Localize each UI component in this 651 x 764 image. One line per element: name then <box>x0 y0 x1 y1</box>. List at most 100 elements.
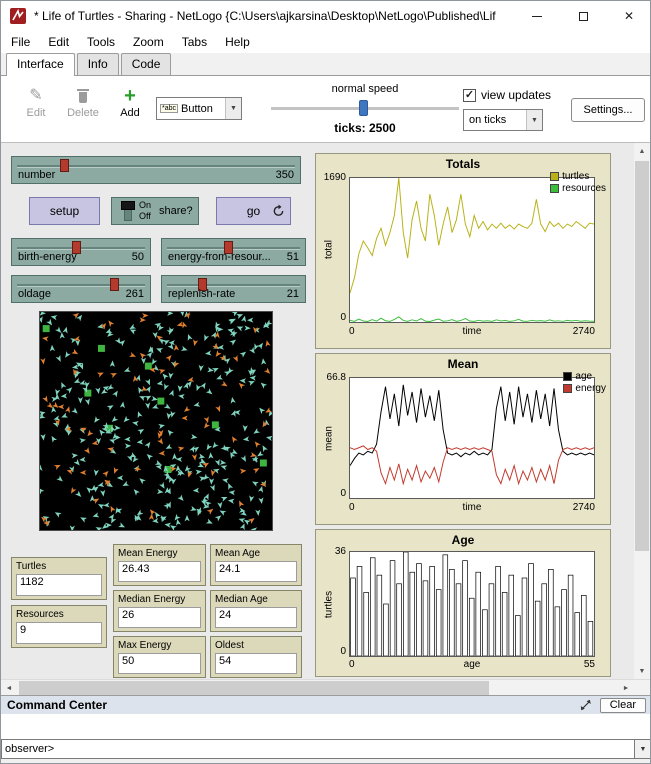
view-updates-checkbox[interactable]: ✓ <box>463 89 476 102</box>
widget-type-chooser[interactable]: *abc Button ▼ <box>156 97 242 120</box>
window-controls: ✕ <box>514 1 651 31</box>
forever-icon <box>272 205 285 218</box>
chevron-down-icon[interactable]: ▼ <box>526 110 542 130</box>
slider-value: 51 <box>287 251 299 263</box>
setup-button[interactable]: setup <box>29 197 100 225</box>
slider-label: replenish-rate <box>168 288 235 300</box>
horizontal-scrollbar-thumb[interactable] <box>19 681 489 695</box>
maximize-button[interactable] <box>560 1 606 31</box>
share-switch[interactable]: On Off share? <box>111 197 199 225</box>
y-max-tick: 36 <box>316 546 346 557</box>
world-view[interactable] <box>39 311 273 531</box>
slider-value: 350 <box>276 169 294 181</box>
check-icon: ✓ <box>465 90 474 101</box>
menu-item-edit[interactable]: Edit <box>40 33 77 51</box>
command-input[interactable] <box>54 740 634 758</box>
scroll-up-button[interactable]: ▲ <box>634 143 650 159</box>
slider-birth-energy[interactable]: birth-energy 50 <box>11 238 151 266</box>
scroll-right-button[interactable]: ► <box>618 680 634 696</box>
close-button[interactable]: ✕ <box>606 1 651 31</box>
settings-button[interactable]: Settings... <box>571 98 645 122</box>
slider-label: oldage <box>18 288 51 300</box>
window-resize-edge <box>1 759 651 764</box>
slider-number[interactable]: number 350 <box>11 156 301 184</box>
speed-slider-thumb[interactable] <box>359 100 368 116</box>
clear-button[interactable]: Clear <box>600 698 646 713</box>
vertical-scrollbar-thumb[interactable] <box>635 161 649 551</box>
menu-item-tabs[interactable]: Tabs <box>174 33 215 51</box>
monitor-resources: Resources 9 <box>11 605 107 648</box>
y-axis-label: total <box>324 215 335 285</box>
slider-energy-from-resources[interactable]: energy-from-resour... 51 <box>161 238 306 266</box>
window-title: * Life of Turtles - Sharing - NetLogo {C… <box>34 9 514 23</box>
slider-track[interactable] <box>17 247 145 250</box>
monitor-value: 26 <box>118 607 201 628</box>
slider-track[interactable] <box>167 284 300 287</box>
update-mode-value: on ticks <box>469 114 506 126</box>
chevron-down-icon[interactable]: ▼ <box>225 98 241 119</box>
legend-swatch <box>563 372 572 381</box>
switch-on-label: On <box>139 200 151 210</box>
speed-slider[interactable] <box>271 100 459 116</box>
slider-replenish-rate[interactable]: replenish-rate 21 <box>161 275 306 303</box>
go-button-label: go <box>247 204 260 218</box>
go-button[interactable]: go <box>216 197 291 225</box>
speed-slider-label: normal speed <box>269 83 461 95</box>
monitor-turtles: Turtles 1182 <box>11 557 107 600</box>
monitor-value: 24.1 <box>215 561 297 582</box>
observer-prompt-label: observer> <box>5 743 54 755</box>
delete-button[interactable]: Delete <box>61 88 105 119</box>
plot-age: Age 36 0 turtles 0 age 55 <box>315 529 611 677</box>
monitor-median-age: Median Age 24 <box>210 590 302 632</box>
plot-legend: turtlesresources <box>550 171 606 195</box>
legend-item: resources <box>550 183 606 194</box>
y-min-tick: 0 <box>316 488 346 499</box>
x-max-tick: 2740 <box>349 326 595 337</box>
tab-interface[interactable]: Interface <box>6 53 75 76</box>
y-axis-label: turtles <box>324 570 335 640</box>
vertical-scrollbar[interactable]: ▲ ▼ <box>634 143 650 679</box>
slider-track[interactable] <box>167 247 300 250</box>
horizontal-scrollbar[interactable]: ◄ ► <box>1 679 651 695</box>
maximize-icon <box>579 12 588 21</box>
minimize-button[interactable] <box>514 1 560 31</box>
menu-item-file[interactable]: File <box>3 33 38 51</box>
plot-mean: Mean 66.8 0 mean 0 time 2740 ageenergy <box>315 353 611 525</box>
monitor-value: 24 <box>215 607 297 628</box>
scroll-down-button[interactable]: ▼ <box>634 663 650 679</box>
scroll-left-button[interactable]: ◄ <box>1 680 17 696</box>
monitor-mean-age: Mean Age 24.1 <box>210 544 302 586</box>
slider-oldage[interactable]: oldage 261 <box>11 275 151 303</box>
command-center-output <box>1 714 651 739</box>
popout-icon[interactable] <box>579 698 594 712</box>
legend-swatch <box>563 384 572 393</box>
plot-title: Mean <box>316 357 610 371</box>
monitor-label: Median Age <box>215 594 268 605</box>
tab-info[interactable]: Info <box>77 53 119 75</box>
tab-bar: Interface Info Code <box>1 53 651 76</box>
plot-title: Totals <box>316 157 610 171</box>
netlogo-window: * Life of Turtles - Sharing - NetLogo {C… <box>0 0 651 764</box>
edit-button[interactable]: ✎ Edit <box>17 88 55 119</box>
widget-type-value: Button <box>181 103 225 115</box>
y-min-tick: 0 <box>316 646 346 657</box>
switch-handle[interactable] <box>121 201 135 210</box>
x-max-tick: 55 <box>349 659 595 670</box>
edit-button-label: Edit <box>17 107 55 119</box>
ticks-counter: ticks: 2500 <box>269 121 461 135</box>
tab-code[interactable]: Code <box>121 53 172 75</box>
view-updates-label: view updates <box>481 88 551 102</box>
update-mode-select[interactable]: on ticks ▼ <box>463 109 543 131</box>
slider-handle[interactable] <box>60 159 69 172</box>
menu-item-zoom[interactable]: Zoom <box>125 33 172 51</box>
menu-item-help[interactable]: Help <box>217 33 258 51</box>
history-dropdown-button[interactable]: ▼ <box>634 740 651 758</box>
slider-track[interactable] <box>17 165 295 168</box>
legend-label: energy <box>575 383 606 394</box>
menu-item-tools[interactable]: Tools <box>79 33 123 51</box>
slider-track[interactable] <box>17 284 145 287</box>
monitor-label: Resources <box>16 609 64 620</box>
add-button[interactable]: + Add <box>113 88 147 119</box>
trash-icon <box>77 88 89 104</box>
slider-handle[interactable] <box>110 278 119 291</box>
